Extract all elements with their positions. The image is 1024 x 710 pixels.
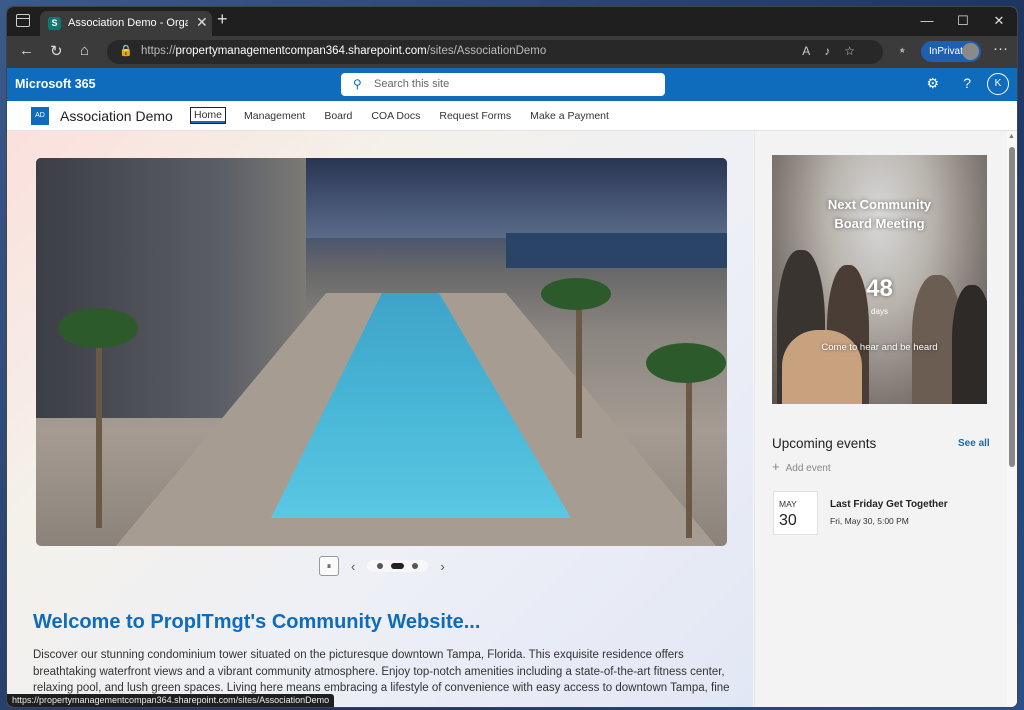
- add-event-button[interactable]: + Add event: [772, 459, 831, 474]
- url-field[interactable]: 🔒 https://propertymanagementcompan364.sh…: [107, 40, 883, 64]
- hero-image-pool[interactable]: [36, 158, 727, 546]
- event-day: 30: [779, 512, 797, 529]
- read-aloud-favorite-icon[interactable]: A♪☆: [802, 44, 869, 58]
- app-launcher-title[interactable]: Microsoft 365: [15, 77, 96, 91]
- page-content: ⏸ ‹ › Welcome to PropITmgt's Community W…: [7, 131, 1017, 707]
- sharepoint-favicon-icon: S: [48, 17, 61, 30]
- see-all-link[interactable]: See all: [958, 438, 990, 449]
- nav-item-coa-docs[interactable]: COA Docs: [371, 110, 420, 123]
- event-title-link[interactable]: Last Friday Get Together: [830, 499, 948, 510]
- welcome-heading: Welcome to PropITmgt's Community Website…: [33, 611, 481, 633]
- site-search-input[interactable]: ⚲ Search this site: [341, 73, 665, 96]
- countdown-unit: days: [871, 307, 888, 316]
- refresh-button[interactable]: ↻: [50, 42, 63, 60]
- plus-icon: +: [772, 459, 780, 474]
- events-heading: Upcoming events: [772, 436, 877, 451]
- lock-icon[interactable]: 🔒: [119, 44, 133, 57]
- help-icon[interactable]: ?: [963, 75, 971, 91]
- url-text: https://propertymanagementcompan364.shar…: [141, 45, 547, 57]
- hero-palm: [96, 328, 102, 528]
- countdown-title: Next Community Board Meeting: [827, 197, 932, 231]
- tab-strip: S Association Demo - Organization ✕ + — …: [7, 7, 1017, 36]
- hero-water: [506, 233, 727, 268]
- nav-item-make-a-payment[interactable]: Make a Payment: [530, 110, 609, 123]
- tab-close-icon[interactable]: ✕: [196, 14, 208, 31]
- event-time: Fri, May 30, 5:00 PM: [830, 516, 909, 526]
- slide-dot-active[interactable]: [391, 563, 405, 569]
- user-avatar[interactable]: K: [987, 73, 1009, 95]
- minimize-button[interactable]: —: [909, 7, 945, 36]
- countdown-number: 48: [866, 275, 893, 302]
- hero-palm-frond: [541, 278, 611, 310]
- nav-item-board[interactable]: Board: [324, 110, 352, 123]
- settings-gear-icon[interactable]: ⚙: [926, 75, 939, 92]
- site-title[interactable]: Association Demo: [60, 108, 173, 124]
- new-tab-button[interactable]: +: [217, 9, 228, 30]
- right-column: Next Community Board Meeting 48 days Come…: [754, 131, 1007, 707]
- nav-item-management[interactable]: Management: [244, 110, 305, 123]
- hero-palm-frond: [646, 343, 726, 383]
- more-menu-button[interactable]: ···: [993, 40, 1008, 57]
- hero-palm: [576, 298, 582, 438]
- event-date-tile[interactable]: MAY 30: [773, 491, 818, 535]
- window-controls: — ☐ ✕: [909, 7, 1017, 36]
- slide-dot[interactable]: [377, 563, 384, 569]
- site-header: AD Association Demo Home Management Boar…: [7, 101, 1017, 131]
- event-month: MAY: [779, 499, 797, 509]
- main-column: ⏸ ‹ › Welcome to PropITmgt's Community W…: [7, 131, 753, 707]
- address-bar-row: ← ↻ ⌂ 🔒 https://propertymanagementcompan…: [7, 36, 1017, 68]
- page-scrollbar[interactable]: ▲: [1007, 131, 1017, 707]
- site-navigation: Home Management Board COA Docs Request F…: [189, 107, 628, 124]
- countdown-card[interactable]: Next Community Board Meeting 48 days Come…: [772, 155, 987, 404]
- site-logo[interactable]: AD: [31, 107, 49, 125]
- add-event-label: Add event: [785, 463, 831, 474]
- browser-window: S Association Demo - Organization ✕ + — …: [7, 7, 1017, 707]
- scrollbar-thumb[interactable]: [1009, 147, 1015, 467]
- m365-suite-bar: Microsoft 365 ⚲ Search this site ⚙ ? K: [7, 68, 1017, 101]
- hero-carousel-controls: ⏸ ‹ ›: [319, 556, 457, 576]
- tab-actions-icon[interactable]: [16, 14, 30, 27]
- back-button[interactable]: ←: [19, 42, 34, 59]
- hero-palm-frond: [58, 308, 138, 348]
- nav-item-home[interactable]: Home: [189, 107, 227, 124]
- tab-title: Association Demo - Organization: [68, 17, 188, 29]
- inprivate-badge[interactable]: InPrivate: [921, 41, 981, 62]
- close-window-button[interactable]: ✕: [981, 7, 1017, 36]
- browser-tab[interactable]: S Association Demo - Organization ✕: [40, 11, 212, 36]
- hero-palm: [686, 358, 692, 538]
- home-button[interactable]: ⌂: [80, 42, 89, 59]
- search-icon: ⚲: [353, 77, 362, 91]
- next-slide-icon[interactable]: ›: [440, 559, 444, 574]
- favorites-icon[interactable]: ⭒: [899, 43, 905, 58]
- status-bar-url: https://propertymanagementcompan364.shar…: [7, 694, 335, 707]
- search-placeholder: Search this site: [374, 78, 450, 90]
- maximize-button[interactable]: ☐: [945, 7, 981, 36]
- slide-indicators: [367, 560, 429, 572]
- previous-slide-icon[interactable]: ‹: [351, 559, 355, 574]
- profile-avatar: [962, 43, 979, 60]
- countdown-caption: Come to hear and be heard: [821, 342, 938, 353]
- pause-carousel-button[interactable]: ⏸: [319, 556, 339, 576]
- scroll-up-icon[interactable]: ▲: [1008, 133, 1015, 140]
- slide-dot[interactable]: [412, 563, 419, 569]
- nav-item-request-forms[interactable]: Request Forms: [439, 110, 511, 123]
